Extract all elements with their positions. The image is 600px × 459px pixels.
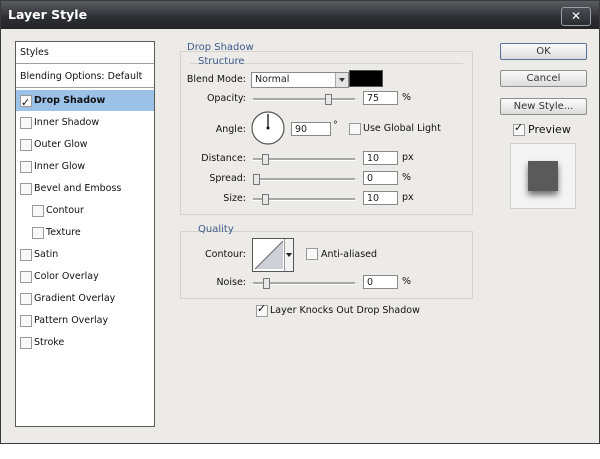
angle-dial[interactable] bbox=[250, 110, 286, 146]
knockout-checkbox[interactable] bbox=[256, 302, 268, 317]
style-item-label: Inner Glow bbox=[34, 161, 86, 172]
window-title: Layer Style bbox=[8, 7, 88, 22]
blend-mode-select[interactable]: Normal bbox=[251, 72, 349, 88]
style-item-gradient-overlay[interactable]: Gradient Overlay bbox=[16, 288, 154, 309]
layer-style-dialog: Layer Style ✕ Styles Blending Options: D… bbox=[0, 0, 600, 444]
spread-slider-handle[interactable] bbox=[253, 174, 260, 185]
contour-picker[interactable] bbox=[252, 238, 294, 272]
opacity-unit: % bbox=[402, 92, 412, 103]
contour-dropdown-arrow[interactable] bbox=[284, 239, 293, 271]
style-item-satin[interactable]: Satin bbox=[16, 244, 154, 265]
style-item-checkbox[interactable] bbox=[20, 315, 32, 327]
structure-title: Structure bbox=[198, 56, 245, 67]
opacity-slider-track[interactable] bbox=[253, 98, 355, 101]
style-item-label: Texture bbox=[46, 227, 81, 238]
angle-unit: ° bbox=[333, 120, 338, 131]
distance-label: Distance: bbox=[201, 153, 246, 164]
style-item-label: Inner Shadow bbox=[34, 117, 100, 128]
size-label: Size: bbox=[223, 193, 246, 204]
style-item-outer-glow[interactable]: Outer Glow bbox=[16, 134, 154, 155]
opacity-input[interactable]: 75 bbox=[363, 91, 398, 105]
spread-label: Spread: bbox=[209, 173, 246, 184]
noise-unit: % bbox=[402, 276, 412, 287]
angle-label: Angle: bbox=[215, 124, 246, 135]
style-item-checkbox[interactable] bbox=[20, 117, 32, 129]
blending-options-item[interactable]: Blending Options: Default bbox=[16, 66, 154, 88]
styles-header[interactable]: Styles bbox=[16, 42, 154, 64]
style-item-checkbox[interactable] bbox=[20, 161, 32, 173]
size-input[interactable]: 10 bbox=[363, 191, 398, 205]
angle-input[interactable]: 90 bbox=[291, 122, 331, 136]
style-item-stroke[interactable]: Stroke bbox=[16, 332, 154, 353]
style-item-pattern-overlay[interactable]: Pattern Overlay bbox=[16, 310, 154, 331]
opacity-slider-handle[interactable] bbox=[325, 94, 333, 105]
preview-swatch bbox=[528, 161, 558, 191]
blend-mode-label: Blend Mode: bbox=[186, 74, 246, 85]
style-item-label: Bevel and Emboss bbox=[34, 183, 122, 194]
style-item-color-overlay[interactable]: Color Overlay bbox=[16, 266, 154, 287]
contour-label: Contour: bbox=[205, 249, 246, 260]
quality-title: Quality bbox=[198, 224, 234, 235]
style-item-label: Outer Glow bbox=[34, 139, 88, 150]
style-item-label: Contour bbox=[46, 205, 84, 216]
opacity-label: Opacity: bbox=[206, 93, 246, 104]
new-style-button[interactable]: New Style... bbox=[500, 98, 587, 115]
style-item-inner-glow[interactable]: Inner Glow bbox=[16, 156, 154, 177]
spread-slider-track[interactable] bbox=[253, 178, 355, 181]
close-button[interactable]: ✕ bbox=[561, 7, 591, 26]
style-item-drop-shadow[interactable]: Drop Shadow bbox=[16, 90, 154, 113]
style-item-checkbox[interactable] bbox=[20, 293, 32, 305]
style-item-checkbox[interactable] bbox=[20, 139, 32, 151]
noise-label: Noise: bbox=[216, 277, 246, 288]
size-slider-handle[interactable] bbox=[262, 194, 269, 205]
styles-header-label: Styles bbox=[20, 47, 49, 58]
style-item-label: Satin bbox=[34, 249, 59, 260]
contour-preview-icon bbox=[254, 240, 284, 270]
style-item-checkbox[interactable] bbox=[20, 337, 32, 349]
style-item-texture[interactable]: Texture bbox=[16, 222, 154, 243]
distance-slider-handle[interactable] bbox=[262, 154, 269, 165]
blend-mode-value: Normal bbox=[255, 74, 290, 85]
anti-aliased-label: Anti-aliased bbox=[321, 249, 378, 260]
style-item-label: Color Overlay bbox=[34, 271, 99, 282]
preview-label: Preview bbox=[528, 123, 571, 136]
spread-input[interactable]: 0 bbox=[363, 171, 398, 185]
ok-button[interactable]: OK bbox=[500, 43, 587, 60]
style-item-label: Pattern Overlay bbox=[34, 315, 109, 326]
preview-checkbox[interactable] bbox=[513, 121, 525, 136]
anti-aliased-checkbox[interactable] bbox=[306, 248, 318, 260]
noise-input[interactable]: 0 bbox=[363, 275, 398, 289]
style-item-checkbox[interactable] bbox=[20, 92, 32, 113]
quality-group bbox=[180, 231, 473, 299]
style-item-checkbox[interactable] bbox=[20, 271, 32, 283]
style-item-contour[interactable]: Contour bbox=[16, 200, 154, 221]
style-item-inner-shadow[interactable]: Inner Shadow bbox=[16, 112, 154, 133]
spread-unit: % bbox=[402, 172, 412, 183]
close-icon: ✕ bbox=[570, 9, 582, 23]
distance-input[interactable]: 10 bbox=[363, 151, 398, 165]
distance-unit: px bbox=[402, 152, 414, 163]
style-item-checkbox[interactable] bbox=[32, 205, 44, 217]
style-item-checkbox[interactable] bbox=[20, 183, 32, 195]
shadow-color-swatch[interactable] bbox=[349, 70, 383, 87]
use-global-light-checkbox[interactable] bbox=[349, 123, 361, 135]
style-item-bevel-and-emboss[interactable]: Bevel and Emboss bbox=[16, 178, 154, 199]
use-global-light-label: Use Global Light bbox=[363, 123, 441, 134]
chevron-down-icon bbox=[335, 73, 348, 87]
noise-slider-handle[interactable] bbox=[263, 278, 270, 289]
style-item-label: Gradient Overlay bbox=[34, 293, 116, 304]
knockout-label: Layer Knocks Out Drop Shadow bbox=[270, 305, 420, 316]
style-item-label: Stroke bbox=[34, 337, 65, 348]
styles-list: Styles Blending Options: Default Drop Sh… bbox=[15, 41, 155, 427]
style-item-label: Drop Shadow bbox=[34, 95, 106, 106]
style-preview-thumbnail bbox=[510, 143, 576, 209]
style-item-checkbox[interactable] bbox=[20, 249, 32, 261]
blending-options-label: Blending Options: Default bbox=[20, 71, 143, 82]
size-unit: px bbox=[402, 192, 414, 203]
drop-shadow-title: Drop Shadow bbox=[187, 42, 254, 53]
cancel-button[interactable]: Cancel bbox=[500, 70, 587, 87]
chevron-down-icon bbox=[286, 253, 292, 257]
title-bar[interactable]: Layer Style ✕ bbox=[1, 1, 599, 29]
style-item-checkbox[interactable] bbox=[32, 227, 44, 239]
